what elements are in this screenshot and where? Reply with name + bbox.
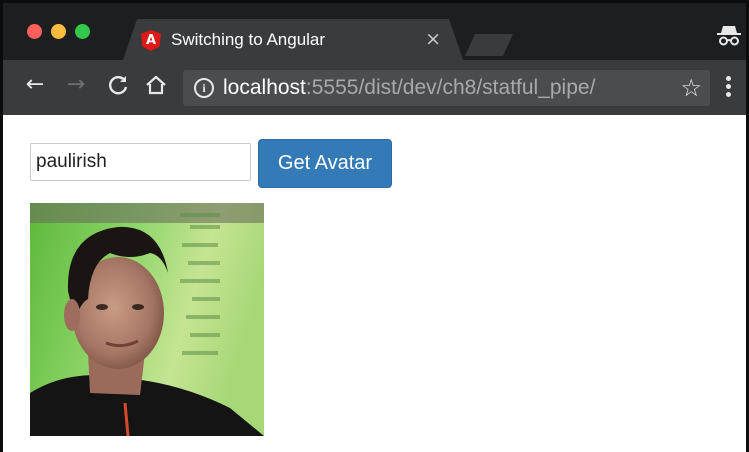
tab-title: Switching to Angular [171, 30, 326, 49]
forward-arrow-icon[interactable]: → [61, 70, 91, 100]
tab-active[interactable]: A Switching to Angular × [123, 19, 463, 60]
get-avatar-button[interactable]: Get Avatar [258, 139, 392, 188]
url-path: :5555/dist/dev/ch8/statful_pipe/ [305, 76, 596, 99]
maximize-window-button[interactable] [75, 24, 90, 39]
close-window-button[interactable] [27, 24, 42, 39]
incognito-icon [717, 26, 741, 46]
reload-icon[interactable] [103, 70, 133, 100]
address-bar[interactable]: i localhost:5555/dist/dev/ch8/statful_pi… [183, 70, 710, 106]
browser-toolbar: ← → i localhost:5555/dist/dev/ch8/statfu… [3, 60, 746, 115]
url-host: localhost [223, 76, 306, 99]
info-icon[interactable]: i [194, 78, 214, 98]
angular-logo-icon: A [141, 30, 161, 51]
menu-icon[interactable] [726, 76, 732, 98]
home-icon[interactable] [141, 70, 171, 100]
star-icon[interactable]: ☆ [680, 74, 702, 102]
username-input[interactable] [30, 143, 251, 181]
tab-strip: A Switching to Angular × [3, 3, 746, 60]
minimize-window-button[interactable] [51, 24, 66, 39]
url-text[interactable]: localhost:5555/dist/dev/ch8/statful_pipe… [223, 76, 595, 100]
avatar-image [30, 203, 264, 436]
browser-window: A Switching to Angular × ← → i localhost… [0, 0, 749, 452]
new-tab-button[interactable] [465, 34, 513, 56]
page-content: Get Avatar [3, 115, 746, 452]
back-arrow-icon[interactable]: ← [20, 70, 50, 100]
close-icon[interactable]: × [425, 28, 441, 50]
